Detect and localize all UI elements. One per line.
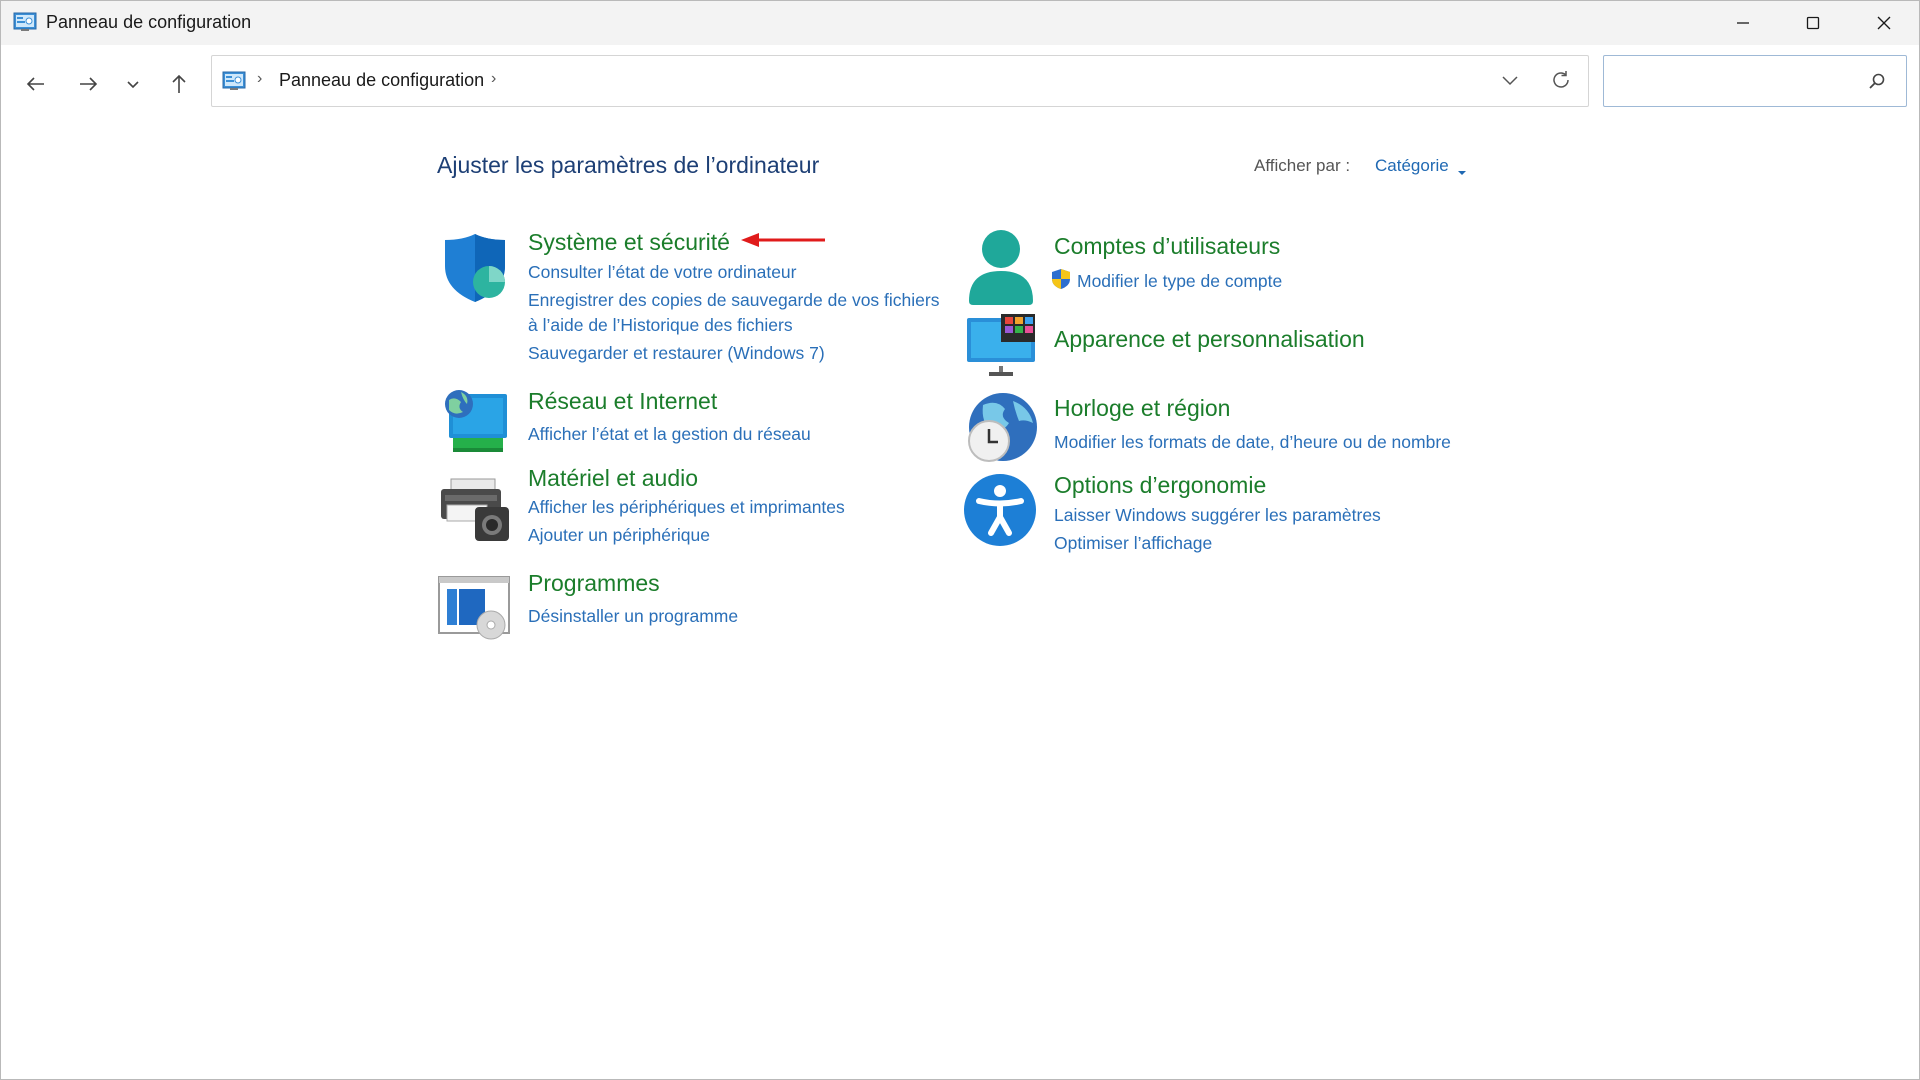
chevron-down-icon: [1502, 76, 1518, 86]
close-button[interactable]: [1849, 1, 1919, 45]
search-input[interactable]: [1612, 64, 1856, 100]
refresh-button[interactable]: [1550, 69, 1572, 96]
title-bar: Panneau de configuration: [1, 1, 1919, 45]
link-devices-printers[interactable]: Afficher les périphériques et imprimante…: [528, 497, 845, 518]
programs-icon[interactable]: [437, 575, 511, 646]
arrow-left-icon: [26, 77, 44, 91]
address-bar[interactable]: › Panneau de configuration ›: [211, 55, 1589, 107]
recent-locations-button[interactable]: [116, 67, 150, 101]
control-panel-window: Panneau de configuration › Panneau de co…: [0, 0, 1920, 1080]
link-check-computer-status[interactable]: Consulter l’état de votre ordinateur: [528, 262, 796, 283]
monitor-icon[interactable]: [965, 314, 1037, 383]
close-icon: [1877, 16, 1891, 30]
up-button[interactable]: [162, 67, 196, 101]
printer-icon[interactable]: [439, 475, 511, 550]
link-backup-restore[interactable]: Sauvegarder et restaurer (Windows 7): [528, 343, 825, 364]
category-title-system-security[interactable]: Système et sécurité: [528, 229, 730, 256]
link-let-windows-suggest[interactable]: Laisser Windows suggérer les paramètres: [1054, 505, 1381, 526]
control-panel-icon: [222, 71, 246, 96]
window-title: Panneau de configuration: [46, 12, 252, 32]
refresh-icon: [1553, 71, 1569, 88]
arrow-up-icon: [172, 74, 186, 93]
minimize-button[interactable]: [1708, 1, 1778, 45]
category-title-hardware-sound[interactable]: Matériel et audio: [528, 465, 698, 492]
view-by-dropdown[interactable]: Catégorie: [1375, 156, 1449, 176]
accessibility-icon[interactable]: [963, 473, 1037, 552]
control-panel-icon: [13, 12, 37, 37]
link-backup-copies[interactable]: Enregistrer des copies de sauvegarde de …: [528, 290, 939, 311]
chevron-down-icon: [127, 81, 139, 89]
link-file-history[interactable]: à l’aide de l’Historique des fichiers: [528, 315, 793, 336]
maximize-icon: [1806, 16, 1820, 30]
arrow-right-icon: [80, 77, 98, 91]
link-optimize-display[interactable]: Optimiser l’affichage: [1054, 533, 1212, 554]
category-title-ease-of-access[interactable]: Options d’ergonomie: [1054, 472, 1266, 499]
category-title-user-accounts[interactable]: Comptes d’utilisateurs: [1054, 233, 1280, 260]
uac-shield-icon: [1051, 268, 1071, 295]
address-dropdown-button[interactable]: [1500, 70, 1520, 95]
category-title-clock-region[interactable]: Horloge et région: [1054, 395, 1230, 422]
shield-icon[interactable]: [439, 232, 511, 309]
red-arrow-annotation: [741, 233, 825, 247]
clock-globe-icon[interactable]: [963, 391, 1039, 472]
category-title-programs[interactable]: Programmes: [528, 570, 660, 597]
link-uninstall-program[interactable]: Désinstaller un programme: [528, 606, 738, 627]
category-title-network-internet[interactable]: Réseau et Internet: [528, 388, 717, 415]
back-button[interactable]: [19, 67, 53, 101]
network-icon[interactable]: [439, 386, 511, 463]
navigation-bar: › Panneau de configuration ›: [1, 45, 1919, 119]
link-add-device[interactable]: Ajouter un périphérique: [528, 525, 710, 546]
search-box[interactable]: [1603, 55, 1907, 107]
forward-button[interactable]: [71, 67, 105, 101]
link-network-status[interactable]: Afficher l’état et la gestion du réseau: [528, 424, 811, 445]
maximize-button[interactable]: [1778, 1, 1848, 45]
minimize-icon: [1737, 22, 1749, 24]
breadcrumb-item[interactable]: Panneau de configuration: [279, 70, 484, 91]
link-change-account-type[interactable]: Modifier le type de compte: [1077, 271, 1282, 292]
search-icon[interactable]: [1868, 72, 1886, 95]
chevron-right-icon[interactable]: ›: [491, 70, 496, 88]
category-title-appearance[interactable]: Apparence et personnalisation: [1054, 326, 1365, 353]
page-title: Ajuster les paramètres de l’ordinateur: [437, 152, 820, 178]
view-by-label: Afficher par :: [1254, 156, 1351, 175]
chevron-right-icon[interactable]: ›: [257, 70, 262, 88]
link-date-time-formats[interactable]: Modifier les formats de date, d’heure ou…: [1054, 432, 1451, 453]
user-icon[interactable]: [965, 227, 1037, 310]
caret-down-icon[interactable]: [1457, 163, 1467, 181]
